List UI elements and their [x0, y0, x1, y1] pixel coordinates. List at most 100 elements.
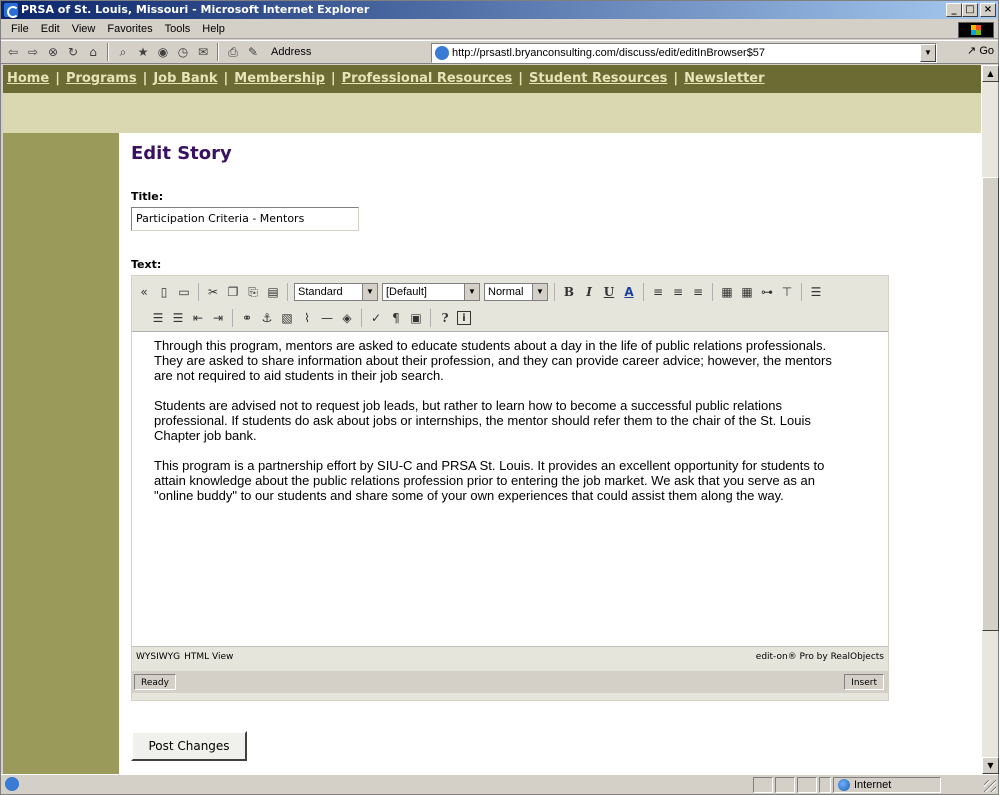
insert-link-icon[interactable]: ⚭ [239, 310, 255, 326]
menu-view[interactable]: View [66, 23, 102, 35]
editor-status-bar: Ready Insert [132, 671, 888, 693]
size-select-value: Normal [488, 286, 524, 298]
bullet-list-icon[interactable]: ☰ [808, 284, 824, 300]
insert-table-icon[interactable]: ▦ [719, 284, 735, 300]
page-viewport: Home | Programs | Job Bank | Membership | Profes… [3, 65, 981, 774]
insert-image-icon[interactable]: ▧ [279, 310, 295, 326]
nav-professional-resources[interactable]: Professional Resources [342, 71, 513, 86]
editor-divider [712, 283, 713, 301]
tab-html-view[interactable]: HTML View [182, 652, 235, 662]
editor-paragraph: This program is a partnership effort by … [154, 458, 825, 503]
scroll-up-icon[interactable]: ▲ [982, 65, 999, 82]
list-icon[interactable]: ☰ [170, 310, 186, 326]
nav-job-bank[interactable]: Job Bank [153, 71, 217, 86]
font-color-icon[interactable]: A [621, 284, 637, 300]
bold-icon[interactable]: B [561, 284, 577, 300]
address-value: http://prsastl.bryanconsulting.com/discu… [452, 47, 766, 59]
back-icon[interactable]: ⇦ [5, 44, 21, 60]
nav-programs[interactable]: Programs [66, 71, 137, 86]
anchor-icon[interactable]: ⚓ [259, 310, 275, 326]
align-center-icon[interactable]: ≡ [670, 284, 686, 300]
align-right-icon[interactable]: ≡ [690, 284, 706, 300]
browser-window: PRSA of St. Louis, Missouri - Microsoft … [0, 0, 999, 795]
open-folder-icon[interactable]: ▭ [176, 284, 192, 300]
stop-icon[interactable]: ⊗ [45, 44, 61, 60]
menu-edit[interactable]: Edit [35, 23, 66, 35]
vertical-scrollbar[interactable]: ▲ ▼ [981, 65, 999, 774]
nav-separator: | [330, 71, 336, 86]
post-changes-button[interactable]: Post Changes [131, 731, 247, 761]
align-left-icon[interactable]: ≡ [650, 284, 666, 300]
left-sidebar [3, 133, 119, 774]
title-input[interactable]: Participation Criteria - Mentors [131, 207, 359, 231]
editor-divider [554, 283, 555, 301]
favorites-icon[interactable]: ★ [135, 44, 151, 60]
window-controls: _ □ × [946, 3, 996, 17]
toolbar-divider [107, 43, 109, 61]
rich-text-editor: « ▯ ▭ ✂ ❐ ⎘ ▤ Standard ▼ [Default] ▼ Norma… [131, 275, 889, 701]
paragraph-marks-icon[interactable]: ¶ [388, 310, 404, 326]
resize-grip-icon[interactable] [984, 780, 996, 792]
help-icon[interactable]: ? [437, 310, 453, 326]
numbered-list-icon[interactable]: ☰ [150, 310, 166, 326]
cut-icon[interactable]: ✂ [205, 284, 221, 300]
editor-content-area[interactable]: Through this program, mentors are asked … [132, 332, 888, 646]
editor-divider [287, 283, 288, 301]
refresh-icon[interactable]: ↻ [65, 44, 81, 60]
spellcheck-icon[interactable]: ✓ [368, 310, 384, 326]
chevron-down-icon: ▼ [362, 284, 377, 300]
table-properties-icon[interactable]: ▦ [739, 284, 755, 300]
address-bar[interactable]: http://prsastl.bryanconsulting.com/discu… [431, 43, 937, 63]
insert-row-icon[interactable]: ⊶ [759, 284, 775, 300]
tab-wysiwyg[interactable]: WYSIWYG [134, 652, 182, 662]
edit-icon[interactable]: ✎ [245, 44, 261, 60]
attachment-icon[interactable]: ⌇ [299, 310, 315, 326]
nav-home[interactable]: Home [7, 71, 49, 86]
browser-toolbar: ⇦ ⇨ ⊗ ↻ ⌂ ⌕ ★ ◉ ◷ ✉ ⎙ ✎ Address http://p… [1, 40, 998, 64]
nav-newsletter[interactable]: Newsletter [684, 71, 764, 86]
font-select[interactable]: [Default] ▼ [382, 283, 480, 301]
info-icon[interactable]: i [457, 311, 471, 325]
editor-credit: edit-on® Pro by RealObjects [755, 652, 884, 662]
minimize-button[interactable]: _ [946, 3, 962, 17]
maximize-button[interactable]: □ [962, 3, 978, 17]
history-icon[interactable]: ◷ [175, 44, 191, 60]
home-icon[interactable]: ⌂ [85, 44, 101, 60]
scrollbar-thumb[interactable] [982, 177, 999, 631]
properties-icon[interactable]: ▣ [408, 310, 424, 326]
collapse-icon[interactable]: « [136, 284, 152, 300]
print-icon[interactable]: ⎙ [225, 44, 241, 60]
forward-icon[interactable]: ⇨ [25, 44, 41, 60]
close-button[interactable]: × [980, 3, 996, 17]
editor-divider [643, 283, 644, 301]
insert-column-icon[interactable]: ⊤ [779, 284, 795, 300]
menu-help[interactable]: Help [196, 23, 231, 35]
underline-icon[interactable]: U [601, 284, 617, 300]
new-document-icon[interactable]: ▯ [156, 284, 172, 300]
media-icon[interactable]: ◉ [155, 44, 171, 60]
paste-text-icon[interactable]: ▤ [265, 284, 281, 300]
windows-logo-icon [958, 22, 994, 38]
outdent-icon[interactable]: ⇤ [190, 310, 206, 326]
special-character-icon[interactable]: ◈ [339, 310, 355, 326]
style-select[interactable]: Standard ▼ [294, 283, 378, 301]
search-icon[interactable]: ⌕ [115, 44, 131, 60]
nav-membership[interactable]: Membership [234, 71, 325, 86]
horizontal-rule-icon[interactable]: — [319, 310, 335, 326]
text-label: Text: [131, 258, 162, 271]
size-select[interactable]: Normal ▼ [484, 283, 548, 301]
nav-student-resources[interactable]: Student Resources [529, 71, 667, 86]
nav-separator: | [142, 71, 148, 86]
menu-tools[interactable]: Tools [159, 23, 197, 35]
ie-icon [4, 3, 19, 18]
menu-file[interactable]: File [5, 23, 35, 35]
copy-icon[interactable]: ❐ [225, 284, 241, 300]
go-button[interactable]: ↗ Go [967, 44, 994, 57]
italic-icon[interactable]: I [581, 284, 597, 300]
address-dropdown-icon[interactable]: ▼ [920, 44, 936, 62]
indent-icon[interactable]: ⇥ [210, 310, 226, 326]
menu-favorites[interactable]: Favorites [101, 23, 158, 35]
scroll-down-icon[interactable]: ▼ [982, 757, 999, 774]
paste-icon[interactable]: ⎘ [245, 284, 261, 300]
mail-icon[interactable]: ✉ [195, 44, 211, 60]
